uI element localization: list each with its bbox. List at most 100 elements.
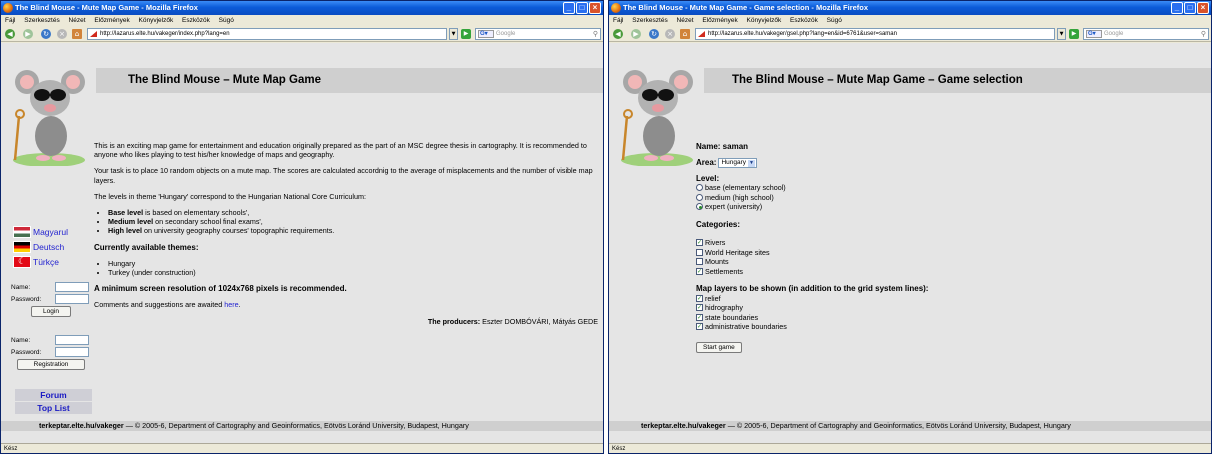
register-password-input[interactable] xyxy=(55,347,89,357)
menu-help[interactable]: Súgó xyxy=(219,17,234,24)
firefox-icon xyxy=(3,3,13,13)
magnifier-icon[interactable]: ⚲ xyxy=(593,30,598,40)
search-input[interactable]: G▾ Google ⚲ xyxy=(475,28,601,40)
layer-relief[interactable]: ✓ relief xyxy=(696,294,1206,304)
list-item: Turkey (under construction) xyxy=(108,268,603,277)
category-mounts[interactable]: Mounts xyxy=(696,257,1206,267)
stop-icon[interactable]: × xyxy=(57,29,67,39)
close-button[interactable]: × xyxy=(1197,2,1209,14)
search-input[interactable]: G▾ Google ⚲ xyxy=(1083,28,1209,40)
reload-icon[interactable]: ↻ xyxy=(649,29,659,39)
go-button[interactable]: ▶ xyxy=(461,29,471,39)
radio-button[interactable] xyxy=(696,193,703,201)
site-favicon xyxy=(90,31,97,37)
radio-button-selected[interactable] xyxy=(696,203,703,211)
layer-state-boundaries[interactable]: ✓ state boundaries xyxy=(696,313,1206,323)
browser-window-home: The Blind Mouse - Mute Map Game - Mozill… xyxy=(0,0,604,454)
menu-bookmarks[interactable]: Könyvjelzők xyxy=(747,17,782,24)
footer-copyright: — © 2005-6, Department of Cartography an… xyxy=(725,421,1071,430)
minimize-button[interactable]: _ xyxy=(563,2,575,14)
back-icon[interactable]: ◀ xyxy=(613,29,623,39)
status-bar: Kész xyxy=(609,443,1211,453)
layer-administrative-boundaries[interactable]: ✓ administrative boundaries xyxy=(696,322,1206,332)
menu-tools[interactable]: Eszközök xyxy=(790,17,818,24)
menu-view[interactable]: Nézet xyxy=(69,17,86,24)
checkbox-checked[interactable]: ✓ xyxy=(696,267,703,275)
period: . xyxy=(238,300,241,310)
category-rivers[interactable]: ✓ Rivers xyxy=(696,238,1206,248)
main-text: This is an exciting map game for enterta… xyxy=(94,141,603,333)
menu-file[interactable]: Fájl xyxy=(5,17,15,24)
level-option-expert[interactable]: expert (university) xyxy=(696,202,1206,212)
checkbox-checked[interactable]: ✓ xyxy=(696,323,703,331)
title-bar[interactable]: The Blind Mouse - Mute Map Game - Mozill… xyxy=(1,1,603,15)
category-settlements[interactable]: ✓ Settlements xyxy=(696,267,1206,277)
category-world-heritage[interactable]: World Heritage sites xyxy=(696,248,1206,258)
reload-icon[interactable]: ↻ xyxy=(41,29,51,39)
chevron-down-icon: ▼ xyxy=(748,159,756,167)
checkbox-checked[interactable]: ✓ xyxy=(696,239,703,247)
register-name-input[interactable] xyxy=(55,335,89,345)
url-dropdown-button[interactable]: ▼ xyxy=(1057,28,1066,40)
radio-button[interactable] xyxy=(696,184,703,192)
title-bar[interactable]: The Blind Mouse - Mute Map Game - Game s… xyxy=(609,1,1211,15)
search-placeholder: Google xyxy=(1104,31,1124,37)
maximize-button[interactable]: □ xyxy=(1184,2,1196,14)
google-icon[interactable]: G▾ xyxy=(1086,30,1102,38)
checkbox[interactable] xyxy=(696,248,703,256)
menu-bookmarks[interactable]: Könyvjelzők xyxy=(139,17,174,24)
menu-file[interactable]: Fájl xyxy=(613,17,623,24)
url-input[interactable]: http://lazarus.elte.hu/vakeger/gsel.php?… xyxy=(695,28,1055,40)
go-button[interactable]: ▶ xyxy=(1069,29,1079,39)
registration-button[interactable]: Registration xyxy=(17,359,85,370)
forward-icon[interactable]: ▶ xyxy=(631,29,641,39)
area-select[interactable]: Hungary ▼ xyxy=(718,157,758,168)
login-password-input[interactable] xyxy=(55,294,89,304)
magnifier-icon[interactable]: ⚲ xyxy=(1201,30,1206,40)
stop-icon[interactable]: × xyxy=(665,29,675,39)
menu-view[interactable]: Nézet xyxy=(677,17,694,24)
minimize-button[interactable]: _ xyxy=(1171,2,1183,14)
home-icon[interactable]: ⌂ xyxy=(72,29,82,39)
layer-hidrography[interactable]: ✓ hidrography xyxy=(696,303,1206,313)
start-game-button[interactable]: Start game xyxy=(696,341,742,353)
back-icon[interactable]: ◀ xyxy=(5,29,15,39)
comments-here-link[interactable]: here xyxy=(224,300,238,309)
menu-help[interactable]: Súgó xyxy=(827,17,842,24)
menu-edit[interactable]: Szerkesztés xyxy=(632,17,667,24)
checkbox[interactable] xyxy=(696,258,703,266)
url-dropdown-button[interactable]: ▼ xyxy=(449,28,458,40)
maximize-button[interactable]: □ xyxy=(576,2,588,14)
forum-link[interactable]: Forum xyxy=(15,389,92,401)
login-button[interactable]: Login xyxy=(31,306,71,317)
login-name-label: Name: xyxy=(11,283,31,291)
url-input[interactable]: http://lazarus.elte.hu/vakeger/index.php… xyxy=(87,28,447,40)
checkbox-checked[interactable]: ✓ xyxy=(696,294,703,302)
resolution-note: A minimum screen resolution of 1024x768 … xyxy=(94,284,347,294)
level-option-base[interactable]: base (elementary school) xyxy=(696,183,1206,193)
menu-history[interactable]: Előzmények xyxy=(94,17,129,24)
themes-heading: Currently available themes: xyxy=(94,242,199,252)
home-icon[interactable]: ⌂ xyxy=(680,29,690,39)
top-list-link[interactable]: Top List xyxy=(15,402,92,414)
close-button[interactable]: × xyxy=(589,2,601,14)
forward-icon[interactable]: ▶ xyxy=(23,29,33,39)
login-name-input[interactable] xyxy=(55,282,89,292)
menu-bar: Fájl Szerkesztés Nézet Előzmények Könyvj… xyxy=(1,15,603,26)
google-icon[interactable]: G▾ xyxy=(478,30,494,38)
language-german-link[interactable]: Deutsch xyxy=(13,239,91,254)
login-password-label: Password: xyxy=(11,295,42,303)
language-turkish-link[interactable]: Türkçe xyxy=(13,254,91,269)
menu-bar: Fájl Szerkesztés Nézet Előzmények Könyvj… xyxy=(609,15,1211,26)
menu-edit[interactable]: Szerkesztés xyxy=(24,17,59,24)
list-item: High level on university geography cours… xyxy=(108,226,603,235)
level-option-medium[interactable]: medium (high school) xyxy=(696,193,1206,203)
language-hungarian-link[interactable]: Magyarul xyxy=(13,224,91,239)
list-item: Medium level on secondary school final e… xyxy=(108,217,603,226)
checkbox-checked[interactable]: ✓ xyxy=(696,304,703,312)
menu-tools[interactable]: Eszközök xyxy=(182,17,210,24)
language-selector: Magyarul Deutsch Türkçe xyxy=(13,224,91,269)
checkbox-checked[interactable]: ✓ xyxy=(696,313,703,321)
intro-paragraph: This is an exciting map game for enterta… xyxy=(94,141,587,160)
menu-history[interactable]: Előzmények xyxy=(702,17,737,24)
